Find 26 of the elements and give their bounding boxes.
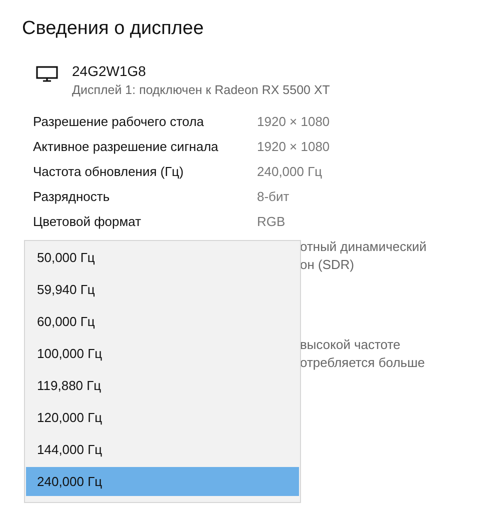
display-name: 24G2W1G8 <box>72 62 147 80</box>
dropdown-option[interactable]: 119,880 Гц <box>26 370 299 402</box>
description-text: высокой частоте <box>300 336 402 354</box>
property-label: Активное разрешение сигнала <box>33 138 220 156</box>
dropdown-option[interactable]: 50,000 Гц <box>26 242 299 274</box>
property-value: RGB <box>257 213 286 231</box>
property-value: 1920 × 1080 <box>257 138 331 156</box>
property-value: 1920 × 1080 <box>257 113 331 131</box>
dropdown-option[interactable]: 60,000 Гц <box>26 306 299 338</box>
property-label: Частота обновления (Гц) <box>33 163 185 181</box>
dropdown-option[interactable]: 59,940 Гц <box>26 274 299 306</box>
property-label: Разрешение рабочего стола <box>33 113 205 131</box>
dropdown-option[interactable]: 100,000 Гц <box>26 338 299 370</box>
dropdown-option[interactable]: 120,000 Гц <box>26 402 299 434</box>
display-subtitle: Дисплей 1: подключен к Radeon RX 5500 XT <box>72 82 330 99</box>
dropdown-option[interactable]: 144,000 Гц <box>26 434 299 466</box>
description-text: отребляется больше <box>300 354 426 372</box>
property-label: Цветовой формат <box>33 213 142 231</box>
property-label: Разрядность <box>33 188 111 206</box>
property-value: 240,000 Гц <box>257 163 324 181</box>
description-text: он (SDR) <box>300 256 356 274</box>
dropdown-option[interactable]: 240,000 Гц <box>26 467 299 496</box>
page-title: Сведения о дисплее <box>22 18 205 40</box>
description-text: отный динамический <box>300 238 428 256</box>
monitor-icon <box>36 66 58 82</box>
property-value: 8-бит <box>257 188 290 206</box>
